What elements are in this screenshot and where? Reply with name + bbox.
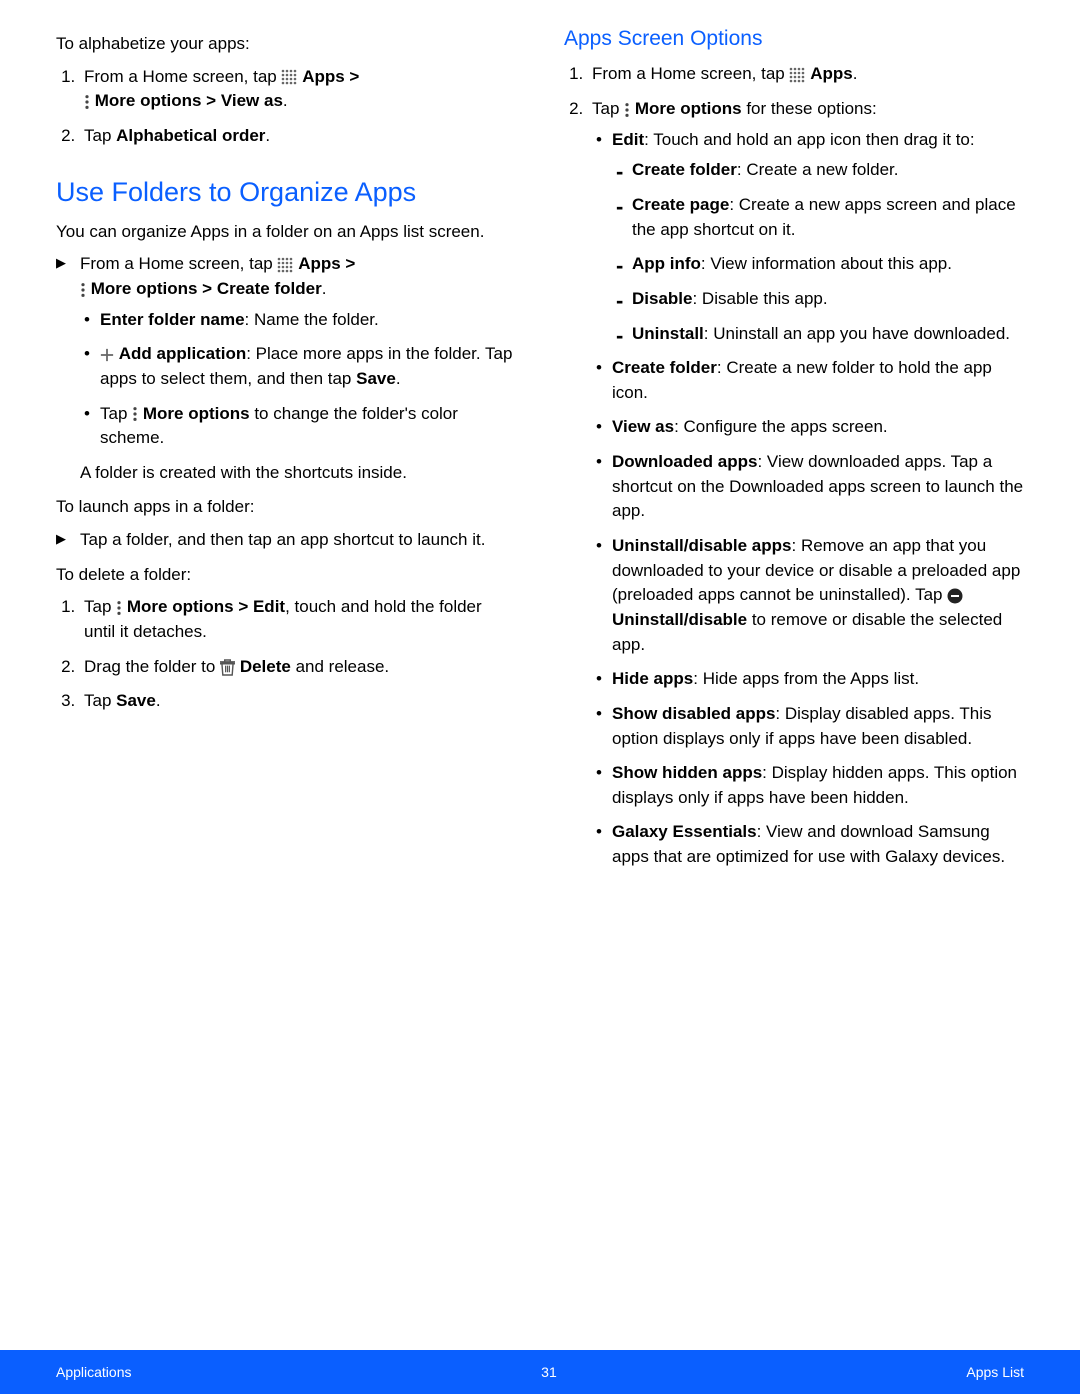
step-item: Tap More options > Edit, touch and hold … — [80, 595, 516, 644]
delete-intro: To delete a folder: — [56, 563, 516, 588]
folder-substeps: Enter folder name: Name the folder. Add … — [80, 308, 516, 451]
apps-grid-icon — [281, 69, 297, 85]
more-options-icon — [116, 600, 122, 616]
launch-steps: Tap a folder, and then tap an app shortc… — [56, 528, 516, 553]
right-column: Apps Screen Options From a Home screen, … — [564, 24, 1024, 1350]
list-item: Enter folder name: Name the folder. — [80, 308, 516, 333]
step-item: Drag the folder to Delete and release. — [80, 655, 516, 680]
plus-icon — [100, 348, 114, 362]
page-content: To alphabetize your apps: From a Home sc… — [0, 0, 1080, 1350]
list-item: Create folder: Create a new folder. — [612, 158, 1024, 183]
heading-use-folders: Use Folders to Organize Apps — [56, 173, 516, 212]
list-item: Show disabled apps: Display disabled app… — [592, 702, 1024, 751]
footer-page-number: 31 — [541, 1362, 557, 1382]
options-list: Edit: Touch and hold an app icon then dr… — [592, 128, 1024, 870]
list-item: Downloaded apps: View downloaded apps. T… — [592, 450, 1024, 524]
footer-right: Apps List — [966, 1362, 1024, 1382]
more-options-icon — [624, 102, 630, 118]
alphabetize-steps: From a Home screen, tap Apps > More opti… — [56, 65, 516, 149]
list-item: View as: Configure the apps screen. — [592, 415, 1024, 440]
footer-left: Applications — [56, 1362, 132, 1382]
delete-steps: Tap More options > Edit, touch and hold … — [56, 595, 516, 714]
heading-apps-screen-options: Apps Screen Options — [564, 24, 1024, 54]
list-item: Uninstall/disable apps: Remove an app th… — [592, 534, 1024, 657]
left-column: To alphabetize your apps: From a Home sc… — [56, 24, 516, 1350]
step-item: Tap Alphabetical order. — [80, 124, 516, 149]
step-item: Tap More options for these options: Edit… — [588, 97, 1024, 870]
step-item: Tap a folder, and then tap an app shortc… — [56, 528, 516, 553]
minus-circle-icon — [947, 588, 963, 604]
list-item: Uninstall: Uninstall an app you have dow… — [612, 322, 1024, 347]
step-item: From a Home screen, tap Apps > More opti… — [56, 252, 516, 485]
edit-sublist: Create folder: Create a new folder. Crea… — [612, 158, 1024, 346]
list-item: Tap More options to change the folder's … — [80, 402, 516, 451]
folder-created-note: A folder is created with the shortcuts i… — [80, 461, 516, 486]
step-item: From a Home screen, tap Apps. — [588, 62, 1024, 87]
list-item: Add application: Place more apps in the … — [80, 342, 516, 391]
trash-icon — [220, 659, 235, 676]
step-item: Tap Save. — [80, 689, 516, 714]
more-options-icon — [80, 282, 86, 298]
list-item: Hide apps: Hide apps from the Apps list. — [592, 667, 1024, 692]
launch-intro: To launch apps in a folder: — [56, 495, 516, 520]
list-item: Edit: Touch and hold an app icon then dr… — [592, 128, 1024, 346]
list-item: Create page: Create a new apps screen an… — [612, 193, 1024, 242]
list-item: Create folder: Create a new folder to ho… — [592, 356, 1024, 405]
more-options-icon — [132, 406, 138, 422]
apps-options-steps: From a Home screen, tap Apps. Tap More o… — [564, 62, 1024, 869]
list-item: Show hidden apps: Display hidden apps. T… — [592, 761, 1024, 810]
list-item: Galaxy Essentials: View and download Sam… — [592, 820, 1024, 869]
apps-grid-icon — [789, 67, 805, 83]
list-item: App info: View information about this ap… — [612, 252, 1024, 277]
page-footer: Applications 31 Apps List — [0, 1350, 1080, 1394]
folders-intro: You can organize Apps in a folder on an … — [56, 220, 516, 245]
apps-grid-icon — [277, 257, 293, 273]
list-item: Disable: Disable this app. — [612, 287, 1024, 312]
alphabetize-intro: To alphabetize your apps: — [56, 32, 516, 57]
more-options-icon — [84, 94, 90, 110]
folders-main-step: From a Home screen, tap Apps > More opti… — [56, 252, 516, 485]
step-item: From a Home screen, tap Apps > More opti… — [80, 65, 516, 114]
